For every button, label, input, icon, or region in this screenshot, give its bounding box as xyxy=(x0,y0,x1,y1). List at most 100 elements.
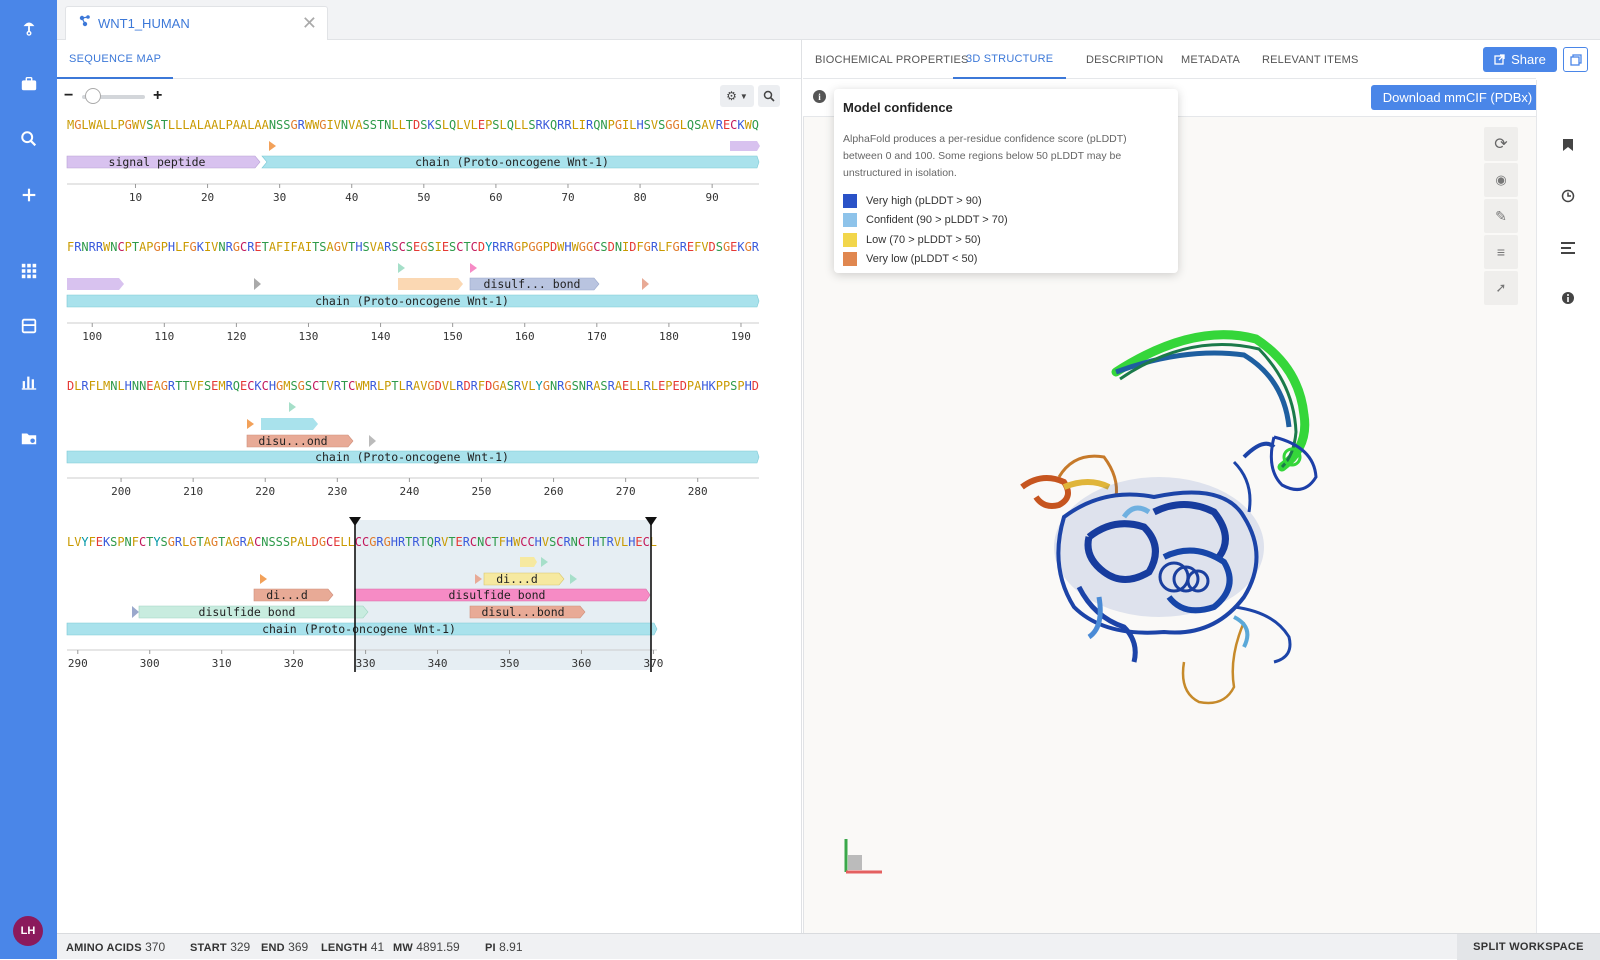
residue[interactable]: L xyxy=(621,535,628,549)
residue[interactable]: L xyxy=(218,118,225,132)
residue[interactable]: S xyxy=(427,240,434,254)
residue[interactable]: L xyxy=(103,118,110,132)
residue[interactable]: P xyxy=(737,379,744,393)
residue[interactable]: L xyxy=(572,118,579,132)
residue[interactable]: L xyxy=(528,379,535,393)
residue[interactable]: G xyxy=(233,240,240,254)
residue[interactable]: G xyxy=(125,118,132,132)
residue[interactable]: F xyxy=(636,240,643,254)
residue[interactable]: S xyxy=(391,240,398,254)
residue[interactable]: L xyxy=(680,118,687,132)
residue[interactable]: S xyxy=(110,535,117,549)
residue[interactable]: N xyxy=(600,118,607,132)
residue[interactable]: G xyxy=(543,379,550,393)
residue[interactable]: I xyxy=(305,240,312,254)
residue[interactable]: G xyxy=(528,240,535,254)
residue[interactable]: E xyxy=(673,379,680,393)
residue[interactable]: L xyxy=(442,118,449,132)
residue[interactable]: S xyxy=(572,379,579,393)
tab-metadata[interactable]: METADATA xyxy=(1181,40,1240,79)
residue[interactable]: L xyxy=(471,118,478,132)
residue[interactable]: P xyxy=(723,379,730,393)
residue[interactable]: C xyxy=(262,379,269,393)
residue[interactable]: S xyxy=(600,240,607,254)
residue[interactable]: S xyxy=(283,535,290,549)
zoom-in-button[interactable]: + xyxy=(153,87,162,105)
residue[interactable]: P xyxy=(521,240,528,254)
duplicate-button[interactable] xyxy=(1563,47,1588,72)
residue[interactable]: V xyxy=(463,118,470,132)
residue[interactable]: D xyxy=(312,535,319,549)
residue[interactable]: V xyxy=(420,379,427,393)
residue[interactable]: P xyxy=(290,535,297,549)
sequence-map-canvas[interactable]: MGLWALLPGWVSATLLLALAALPAALAANSSGRWWGIVNV… xyxy=(57,112,802,712)
residue[interactable]: C xyxy=(247,379,254,393)
residue[interactable]: P xyxy=(146,240,153,254)
residue[interactable]: I xyxy=(327,118,334,132)
residue[interactable]: E xyxy=(687,240,694,254)
residue[interactable]: N xyxy=(615,240,622,254)
residue[interactable]: V xyxy=(341,240,348,254)
residue[interactable]: Q xyxy=(449,118,456,132)
residue[interactable]: S xyxy=(276,118,283,132)
residue[interactable]: S xyxy=(406,240,413,254)
residue[interactable]: H xyxy=(745,379,752,393)
residue[interactable]: P xyxy=(161,240,168,254)
residue[interactable]: S xyxy=(730,379,737,393)
residue[interactable]: D xyxy=(67,379,74,393)
residue[interactable]: V xyxy=(190,379,197,393)
residue[interactable]: L xyxy=(182,118,189,132)
residue[interactable]: N xyxy=(550,379,557,393)
tab-description[interactable]: DESCRIPTION xyxy=(1086,40,1163,79)
select-mode-button[interactable]: ➚ xyxy=(1484,271,1518,305)
residue[interactable]: V xyxy=(334,118,341,132)
residue[interactable]: C xyxy=(520,535,527,549)
settings-button[interactable]: ≡ xyxy=(1484,235,1518,269)
residue[interactable]: S xyxy=(370,118,377,132)
residue[interactable]: R xyxy=(752,240,760,254)
residue[interactable]: E xyxy=(442,240,449,254)
residue[interactable]: L xyxy=(456,118,463,132)
residue[interactable]: L xyxy=(449,379,456,393)
info-icon[interactable]: i xyxy=(813,90,826,103)
residue[interactable]: E xyxy=(146,379,153,393)
residue[interactable]: I xyxy=(622,240,629,254)
residue[interactable]: D xyxy=(680,379,687,393)
settings-dropdown-button[interactable]: ⚙ ▼ xyxy=(720,85,754,107)
residue[interactable]: L xyxy=(96,379,103,393)
residue[interactable]: F xyxy=(132,535,139,549)
residue[interactable]: G xyxy=(211,535,218,549)
residue[interactable]: G xyxy=(644,240,651,254)
residue[interactable]: G xyxy=(564,379,571,393)
residue[interactable]: S xyxy=(549,535,556,549)
residue[interactable]: G xyxy=(189,535,196,549)
residue[interactable]: D xyxy=(550,240,557,254)
zoom-out-button[interactable]: − xyxy=(64,87,73,105)
residue[interactable]: N xyxy=(132,379,139,393)
residue[interactable]: S xyxy=(449,240,456,254)
residue[interactable]: N xyxy=(110,240,117,254)
tab-sequence-map[interactable]: SEQUENCE MAP xyxy=(57,40,174,79)
residue[interactable]: P xyxy=(117,535,124,549)
residue[interactable]: S xyxy=(204,379,211,393)
residue[interactable]: C xyxy=(117,240,124,254)
residue[interactable]: G xyxy=(232,535,239,549)
residue[interactable]: S xyxy=(420,118,427,132)
residue[interactable]: N xyxy=(139,379,146,393)
residue[interactable]: V xyxy=(211,240,218,254)
residue[interactable]: G xyxy=(319,118,326,132)
residue[interactable]: G xyxy=(492,379,499,393)
residue[interactable]: N xyxy=(477,535,484,549)
residue[interactable]: S xyxy=(435,118,442,132)
residue[interactable]: C xyxy=(355,535,362,549)
residue[interactable]: P xyxy=(226,118,233,132)
residue[interactable]: C xyxy=(593,240,600,254)
residue[interactable]: P xyxy=(384,379,391,393)
residue[interactable]: S xyxy=(268,535,275,549)
screenshot-button[interactable]: ◉ xyxy=(1484,163,1518,197)
residue[interactable]: D xyxy=(463,379,470,393)
residue[interactable]: G xyxy=(290,118,297,132)
residue[interactable]: C xyxy=(326,535,333,549)
residue[interactable]: G xyxy=(586,240,593,254)
residue[interactable]: C xyxy=(240,240,247,254)
